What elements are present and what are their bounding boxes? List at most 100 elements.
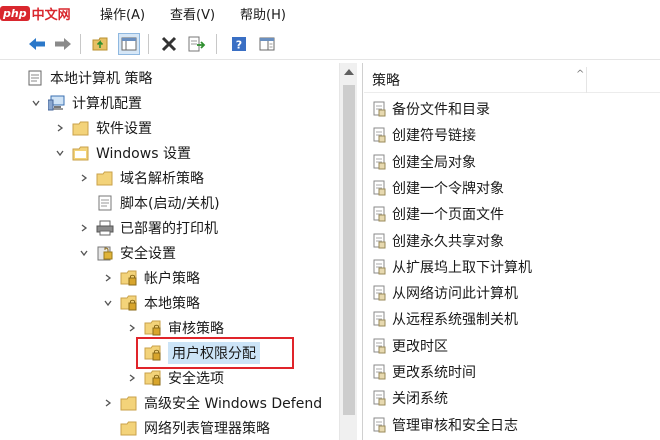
policy-list-item-label: 从网络访问此计算机 bbox=[392, 286, 518, 303]
computer-icon bbox=[48, 95, 66, 111]
tree-item-account-policy[interactable]: 帐户策略 bbox=[102, 266, 200, 290]
tree-item-network-list-policy[interactable]: 网络列表管理器策略 bbox=[120, 416, 270, 440]
policy-list-item[interactable]: 关闭系统 bbox=[372, 386, 448, 410]
delete-icon[interactable] bbox=[158, 33, 180, 55]
pane-divider[interactable] bbox=[362, 63, 363, 440]
policy-list-item[interactable]: 更改时区 bbox=[372, 334, 448, 358]
policy-list-item-label: 更改系统时间 bbox=[392, 365, 476, 381]
chevron-right-icon[interactable] bbox=[126, 322, 138, 334]
folder-lock-icon bbox=[144, 320, 162, 336]
policy-list-item[interactable]: 管理审核和安全日志 bbox=[372, 413, 518, 437]
tree-item-deployed-printers[interactable]: 已部署的打印机 bbox=[78, 216, 218, 240]
policy-setting-icon bbox=[372, 311, 388, 327]
chevron-right-icon[interactable] bbox=[126, 372, 138, 384]
folder-lock-icon bbox=[120, 295, 138, 311]
tree-item-label: 脚本(启动/关机) bbox=[120, 196, 220, 212]
chevron-down-icon[interactable] bbox=[102, 297, 114, 309]
php-badge: php bbox=[0, 5, 30, 21]
tree-item-dns-policy[interactable]: 域名解析策略 bbox=[78, 166, 204, 190]
policy-setting-icon bbox=[372, 285, 388, 301]
up-folder-icon[interactable] bbox=[90, 33, 112, 55]
policy-list-item[interactable]: 从扩展坞上取下计算机 bbox=[372, 255, 532, 279]
tree-item-security-options[interactable]: 安全选项 bbox=[126, 366, 224, 390]
chevron-right-icon[interactable] bbox=[78, 222, 90, 234]
policy-list-pane: 策略 ^ 备份文件和目录 创建符号链接 创建全局对象创建一个令牌对象 创建一个页面文件… bbox=[364, 63, 660, 440]
back-arrow-icon[interactable] bbox=[26, 33, 48, 55]
folder-icon bbox=[72, 120, 90, 136]
tree-item-label: 安全设置 bbox=[120, 246, 176, 262]
policy-list-item[interactable]: 创建一个页面文件 bbox=[372, 202, 504, 226]
column-separator[interactable] bbox=[586, 67, 587, 93]
tree-scrollbar[interactable] bbox=[339, 63, 357, 440]
forward-arrow-icon[interactable] bbox=[52, 33, 74, 55]
chevron-right-icon[interactable] bbox=[54, 122, 66, 134]
properties-icon[interactable] bbox=[256, 33, 278, 55]
policy-setting-icon bbox=[372, 338, 388, 354]
chevron-right-icon[interactable] bbox=[102, 272, 114, 284]
column-header-label: 策略 bbox=[372, 72, 400, 89]
chevron-right-icon[interactable] bbox=[102, 397, 114, 409]
chevron-down-icon[interactable] bbox=[30, 97, 42, 109]
scroll-thumb[interactable] bbox=[343, 85, 355, 415]
policy-list-item-label: 创建永久共享对象 bbox=[392, 233, 504, 250]
tree-item-label: 高级安全 Windows Defend bbox=[144, 396, 323, 412]
script-icon bbox=[96, 195, 114, 211]
policy-setting-icon bbox=[372, 364, 388, 380]
tree-item-advanced-firewall[interactable]: 高级安全 Windows Defend bbox=[102, 391, 322, 415]
policy-list-item-label: 备份文件和目录 bbox=[392, 102, 490, 118]
policy-list-item[interactable]: 更改系统时间 bbox=[372, 360, 476, 384]
policy-list-item[interactable]: 创建永久共享对象 bbox=[372, 229, 504, 253]
policy-list-item[interactable]: 从远程系统强制关机 bbox=[372, 307, 518, 331]
tree-item-label: 本地策略 bbox=[144, 296, 200, 312]
policy-list-item[interactable]: 创建符号链接 bbox=[372, 123, 476, 147]
help-icon[interactable]: ? bbox=[228, 33, 250, 55]
tree-item-label: 计算机配置 bbox=[72, 96, 142, 112]
policy-setting-icon bbox=[372, 233, 388, 249]
tree-item-label: 域名解析策略 bbox=[120, 171, 204, 187]
tree-item-label: 本地计算机 策略 bbox=[50, 71, 153, 87]
policy-list-item[interactable]: 创建全局对象 bbox=[372, 150, 476, 174]
policy-list-item[interactable]: 创建一个令牌对象 bbox=[372, 176, 504, 200]
policy-setting-icon bbox=[372, 101, 388, 117]
toolbar-separator bbox=[80, 34, 81, 54]
policy-list-item[interactable]: 备份文件和目录 bbox=[372, 97, 490, 121]
folder-lock-icon bbox=[120, 270, 138, 286]
menu-view[interactable]: 查看(V) bbox=[170, 4, 215, 23]
toolbar-separator bbox=[216, 34, 217, 54]
folder-icon bbox=[120, 395, 138, 411]
tree-item-computer-config[interactable]: 计算机配置 bbox=[30, 91, 142, 115]
policy-doc-icon bbox=[26, 70, 44, 86]
policy-setting-icon bbox=[372, 127, 388, 143]
folder-icon bbox=[96, 170, 114, 186]
tree-item-scripts[interactable]: 脚本(启动/关机) bbox=[96, 191, 220, 215]
tree-item-software-settings[interactable]: 软件设置 bbox=[54, 116, 152, 140]
policy-list-item-label: 创建全局对象 bbox=[392, 154, 476, 171]
tree-item-label: 已部署的打印机 bbox=[120, 221, 218, 237]
policy-list-item[interactable]: 从网络访问此计算机 bbox=[372, 281, 518, 305]
chevron-right-icon[interactable] bbox=[78, 172, 90, 184]
export-list-icon[interactable] bbox=[186, 33, 208, 55]
show-hide-tree-icon[interactable] bbox=[118, 33, 140, 55]
policy-setting-icon bbox=[372, 390, 388, 406]
folder-lock-icon bbox=[144, 370, 162, 386]
menu-help[interactable]: 帮助(H) bbox=[240, 4, 286, 23]
toolbar-separator bbox=[148, 34, 149, 54]
tree-item-security-settings[interactable]: 安全设置 bbox=[78, 241, 176, 265]
highlight-annotation-box bbox=[136, 337, 294, 369]
tree-item-windows-settings[interactable]: Windows 设置 bbox=[54, 141, 191, 165]
policy-setting-icon bbox=[372, 259, 388, 275]
policy-setting-icon bbox=[372, 180, 388, 196]
tree-item-local-policy[interactable]: 本地策略 bbox=[102, 291, 200, 315]
tree-item-label: Windows 设置 bbox=[96, 146, 191, 162]
tree-item-local-computer-policy[interactable]: 本地计算机 策略 bbox=[26, 66, 152, 90]
policy-list-item-label: 创建符号链接 bbox=[392, 128, 476, 145]
menu-action[interactable]: 操作(A) bbox=[100, 4, 145, 23]
policy-setting-icon bbox=[372, 417, 388, 433]
chevron-down-icon[interactable] bbox=[78, 247, 90, 259]
policy-list-item-label: 关闭系统 bbox=[392, 391, 448, 408]
policy-list-item-label: 管理审核和安全日志 bbox=[392, 417, 518, 434]
folder-open-icon bbox=[72, 145, 90, 161]
scroll-up-arrow-icon[interactable] bbox=[344, 69, 354, 75]
chevron-down-icon[interactable] bbox=[54, 147, 66, 159]
column-header-policy[interactable]: 策略 ^ bbox=[364, 67, 660, 93]
